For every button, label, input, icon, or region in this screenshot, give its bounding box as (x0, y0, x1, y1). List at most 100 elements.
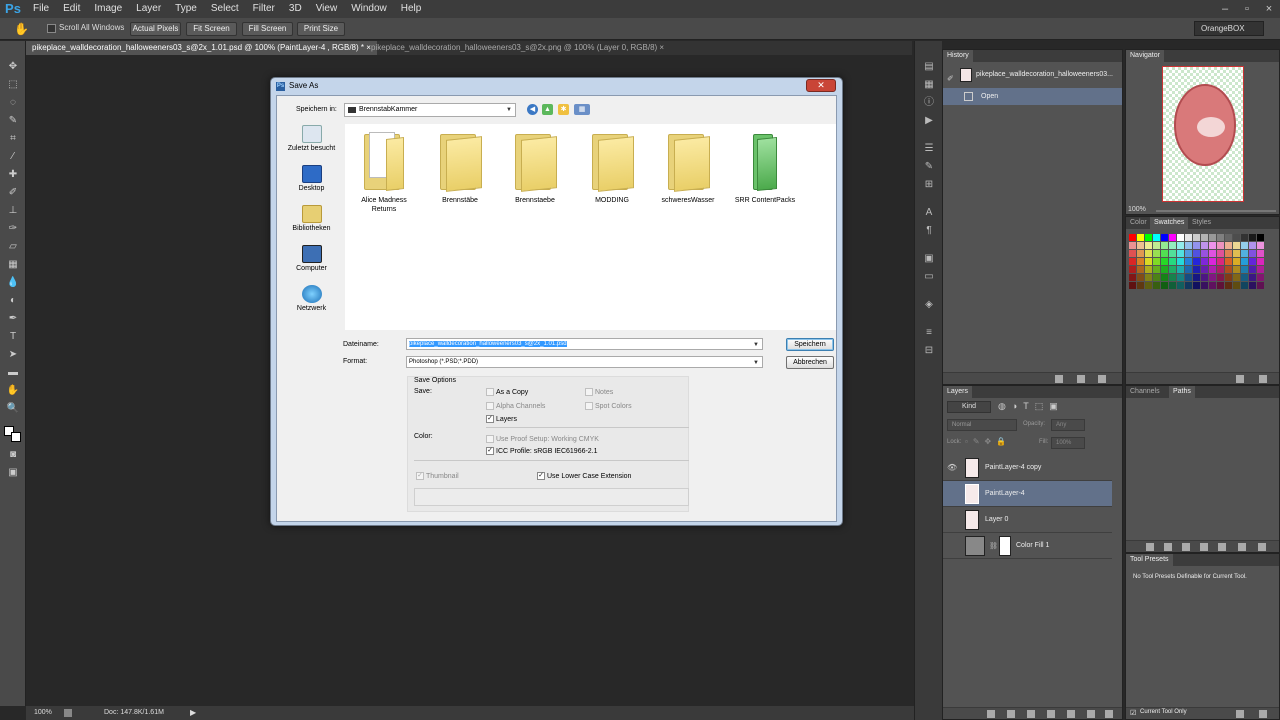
color-swatch[interactable] (1145, 250, 1152, 257)
history-brush-source-icon[interactable]: ✐ (947, 70, 954, 87)
crop-tool-icon[interactable]: ⌗ (4, 131, 22, 147)
color-swatch[interactable] (1257, 266, 1264, 273)
color-swatch[interactable] (1177, 266, 1184, 273)
workspace-select[interactable]: OrangeBOX (1194, 21, 1264, 36)
color-swatch[interactable] (1137, 250, 1144, 257)
color-swatch[interactable] (1161, 242, 1168, 249)
color-swatch[interactable] (1241, 266, 1248, 273)
notes-checkbox[interactable] (585, 388, 593, 396)
color-swatch[interactable] (1137, 234, 1144, 241)
color-swatch[interactable] (1241, 250, 1248, 257)
menu-image[interactable]: Image (87, 0, 129, 18)
color-swatch[interactable] (1241, 274, 1248, 281)
color-swatch[interactable] (1225, 258, 1232, 265)
dodge-tool-icon[interactable]: ◐ (4, 293, 22, 309)
visibility-eye-icon[interactable]: 👁 (947, 463, 957, 473)
color-swatch[interactable] (1129, 234, 1136, 241)
color-swatch[interactable] (1249, 282, 1256, 289)
color-swatch[interactable] (1217, 234, 1224, 241)
color-swatch[interactable] (1129, 282, 1136, 289)
new-preset-icon[interactable] (1236, 710, 1244, 718)
new-swatch-icon[interactable] (1236, 375, 1244, 383)
color-swatch[interactable] (1137, 282, 1144, 289)
color-swatch[interactable] (1249, 242, 1256, 249)
tab-color[interactable]: Color (1126, 217, 1151, 229)
color-swatch[interactable] (1201, 250, 1208, 257)
color-swatch[interactable] (1249, 250, 1256, 257)
navigator-zoom[interactable]: 100% (1128, 206, 1146, 213)
color-swatch[interactable] (1177, 242, 1184, 249)
layer-name[interactable]: Color Fill 1 (1016, 533, 1049, 559)
layer-row[interactable]: 👁 PaintLayer-4 copy (943, 455, 1112, 481)
color-swatch[interactable] (1145, 234, 1152, 241)
type-tool-icon[interactable]: T (4, 329, 22, 345)
trash-icon[interactable] (1258, 543, 1266, 551)
color-swatch[interactable] (1145, 274, 1152, 281)
view-menu-icon[interactable]: ▦ (574, 104, 590, 115)
color-swatch[interactable] (1177, 250, 1184, 257)
tab-close-icon[interactable]: × (659, 43, 664, 52)
color-swatch[interactable] (1233, 250, 1240, 257)
trash-icon[interactable] (1259, 710, 1267, 718)
hand-tool-icon[interactable]: ✋ (14, 22, 29, 36)
color-swatch[interactable] (1201, 242, 1208, 249)
lasso-tool-icon[interactable]: ◌ (4, 95, 22, 111)
up-folder-icon[interactable]: ▲ (542, 104, 553, 115)
lower-case-extension-checkbox[interactable]: ✓ (537, 472, 545, 480)
color-swatch[interactable] (1161, 266, 1168, 273)
color-swatch[interactable] (1249, 234, 1256, 241)
menu-3d[interactable]: 3D (282, 0, 309, 18)
info-panel-icon[interactable]: ⓘ (923, 97, 935, 108)
blend-mode-select[interactable]: Normal (947, 419, 1017, 431)
color-swatch[interactable] (1161, 250, 1168, 257)
color-swatch[interactable] (1153, 242, 1160, 249)
color-swatch[interactable] (1225, 250, 1232, 257)
menu-select[interactable]: Select (204, 0, 246, 18)
place-recent[interactable]: Zuletzt besucht (281, 123, 342, 161)
adjustment-layer-icon[interactable] (1047, 710, 1055, 718)
history-state[interactable]: Open (943, 88, 1122, 105)
color-swatch[interactable] (1201, 282, 1208, 289)
color-swatch[interactable] (1193, 266, 1200, 273)
hand-tool-icon[interactable]: ✋ (4, 383, 22, 399)
3d-panel-icon[interactable]: ◈ (923, 299, 935, 310)
layer-filter-select[interactable]: Kind (947, 401, 991, 413)
adjustments-panel-icon[interactable]: ☰ (923, 143, 935, 154)
fit-screen-button[interactable]: Fit Screen (186, 22, 237, 36)
list-item[interactable]: SRR ContentPacks (730, 126, 800, 216)
color-swatch[interactable] (1161, 258, 1168, 265)
navigator-preview[interactable] (1162, 66, 1244, 202)
color-swatch[interactable] (1137, 274, 1144, 281)
color-swatch[interactable] (1145, 242, 1152, 249)
color-swatch[interactable] (1225, 242, 1232, 249)
fill-path-icon[interactable] (1146, 543, 1154, 551)
link-layers-icon[interactable] (987, 710, 995, 718)
zoom-tool-icon[interactable]: 🔍 (4, 401, 22, 417)
save-in-select[interactable]: BrennstabKammer ▼ (344, 103, 516, 117)
back-icon[interactable]: ◀ (527, 104, 538, 115)
paragraph-panel-icon[interactable]: ¶ (923, 225, 935, 236)
place-network[interactable]: Netzwerk (281, 283, 342, 321)
history-brush-tool-icon[interactable]: ✑ (4, 221, 22, 237)
menu-file[interactable]: File (26, 0, 56, 18)
color-swatch[interactable] (1241, 242, 1248, 249)
list-item[interactable]: Brennstaebe (500, 126, 570, 216)
color-swatch[interactable] (1185, 282, 1192, 289)
current-tool-only-checkbox[interactable]: ☑ (1130, 709, 1136, 717)
menu-type[interactable]: Type (168, 0, 204, 18)
use-proof-setup-checkbox[interactable] (486, 435, 494, 443)
fill-input[interactable]: 100% (1051, 437, 1085, 449)
scroll-all-windows-checkbox[interactable] (47, 24, 56, 33)
color-swatch[interactable] (1233, 234, 1240, 241)
color-swatch[interactable] (1185, 242, 1192, 249)
color-swatch[interactable] (1185, 234, 1192, 241)
alpha-channels-checkbox[interactable] (486, 402, 494, 410)
color-swatch[interactable] (1209, 282, 1216, 289)
list-item[interactable]: Brennstäbe (425, 126, 495, 216)
color-swatch[interactable] (1129, 250, 1136, 257)
path-select-tool-icon[interactable]: ➤ (4, 347, 22, 363)
color-swatch[interactable] (1201, 234, 1208, 241)
menu-filter[interactable]: Filter (246, 0, 282, 18)
icc-profile-checkbox[interactable]: ✓ (486, 447, 494, 455)
color-swatch[interactable] (1209, 242, 1216, 249)
